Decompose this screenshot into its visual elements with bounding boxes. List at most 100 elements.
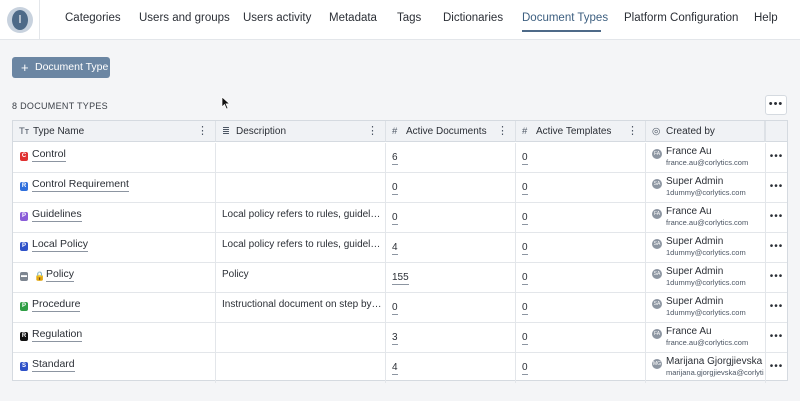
active-documents-link[interactable]: 155 [392, 272, 409, 285]
description-text: Local policy refers to rules, guideline.… [222, 209, 382, 220]
column-header-description[interactable]: ≣ Description ⋮ [216, 121, 386, 142]
table-row[interactable]: P Procedure Instructional document on st… [13, 293, 787, 323]
active-templates-link[interactable]: 0 [522, 272, 528, 285]
table-row[interactable]: ▬ 🔒 Policy Policy 155 0 SA Super Admin 1… [13, 263, 787, 293]
active-documents-cell: 6 [386, 143, 516, 173]
type-name-cell: ▬ 🔒 Policy [13, 263, 216, 293]
document-types-table: Tт Type Name ⋮ ≣ Description ⋮ # Active … [12, 120, 788, 383]
creator-name: France Au [666, 326, 712, 337]
table-row[interactable]: R Regulation 3 0 FA France Au france.au@… [13, 323, 787, 353]
document-type-badge-icon: S [20, 362, 28, 371]
creator-email: 1dummy@corlytics.com [666, 308, 746, 317]
creator-email: france.au@corlytics.com [666, 338, 749, 347]
row-more-options-button[interactable]: ••• [765, 323, 787, 353]
creator-name: Super Admin [666, 266, 724, 277]
active-templates-cell: 0 [516, 353, 646, 383]
creator-name: France Au [666, 146, 712, 157]
avatar: FA [652, 149, 662, 159]
active-templates-link[interactable]: 0 [522, 242, 528, 255]
document-type-badge-icon: R [20, 182, 28, 191]
lock-icon: 🔒 [34, 271, 46, 281]
type-name-link[interactable]: Procedure [32, 298, 81, 312]
column-header-active-templates[interactable]: # Active Templates ⋮ [516, 121, 646, 142]
nav-help[interactable]: Help [754, 12, 778, 24]
hash-icon: # [522, 126, 528, 137]
active-documents-link[interactable]: 0 [392, 302, 398, 315]
active-templates-link[interactable]: 0 [522, 302, 528, 315]
nav-document-types[interactable]: Document Types [522, 12, 608, 24]
column-header-type-name[interactable]: Tт Type Name ⋮ [13, 121, 216, 142]
active-templates-link[interactable]: 0 [522, 362, 528, 375]
type-name-link[interactable]: Standard [32, 358, 75, 372]
top-navigation-bar: I Categories Users and groups Users acti… [0, 0, 800, 40]
nav-tags[interactable]: Tags [397, 12, 421, 24]
type-name-link[interactable]: Regulation [32, 328, 83, 342]
row-more-options-button[interactable]: ••• [765, 143, 787, 173]
plus-icon: + [21, 60, 29, 75]
active-templates-link[interactable]: 0 [522, 212, 528, 225]
active-documents-link[interactable]: 6 [392, 152, 398, 165]
active-documents-link[interactable]: 4 [392, 242, 398, 255]
table-row[interactable]: S Standard 4 0 MG Marijana Gjorgjievska … [13, 353, 787, 383]
table-row[interactable]: C Control 6 0 FA France Au france.au@cor… [13, 143, 787, 173]
document-type-badge-icon: ▬ [20, 272, 28, 281]
row-more-options-button[interactable]: ••• [765, 293, 787, 323]
type-name-link[interactable]: Local Policy [32, 238, 89, 252]
creator-name: Marijana Gjorgjievska [666, 356, 763, 367]
column-menu-icon[interactable]: ⋮ [497, 121, 508, 142]
document-type-badge-icon: P [20, 242, 28, 251]
nav-platform-configuration[interactable]: Platform Configuration [624, 12, 738, 24]
description-text: Instructional document on step by s... [222, 299, 382, 310]
type-name-cell: P Guidelines [13, 203, 216, 233]
active-templates-link[interactable]: 0 [522, 332, 528, 345]
type-name-link[interactable]: Control [32, 148, 66, 162]
row-more-options-button[interactable]: ••• [765, 353, 787, 383]
creator-email: 1dummy@corlytics.com [666, 278, 746, 287]
active-documents-link[interactable]: 0 [392, 182, 398, 195]
type-name-cell: R Control Requirement [13, 173, 216, 203]
row-more-options-button[interactable]: ••• [765, 233, 787, 263]
nav-metadata[interactable]: Metadata [329, 12, 377, 24]
nav-categories[interactable]: Categories [65, 12, 121, 24]
column-header-active-documents[interactable]: # Active Documents ⋮ [386, 121, 516, 142]
table-row[interactable]: P Guidelines Local policy refers to rule… [13, 203, 787, 233]
nav-dictionaries[interactable]: Dictionaries [443, 12, 503, 24]
active-templates-link[interactable]: 0 [522, 152, 528, 165]
active-templates-cell: 0 [516, 143, 646, 173]
document-type-badge-icon: P [20, 212, 28, 221]
column-menu-icon[interactable]: ⋮ [367, 121, 378, 142]
avatar: MG [652, 359, 662, 369]
column-menu-icon[interactable]: ⋮ [197, 121, 208, 142]
type-name-cell: C Control [13, 143, 216, 173]
type-name-link[interactable]: Policy [46, 268, 75, 282]
text-type-icon: Tт [19, 126, 30, 137]
creator-email: 1dummy@corlytics.com [666, 248, 746, 257]
active-documents-link[interactable]: 4 [392, 362, 398, 375]
column-label: Active Templates [536, 126, 612, 137]
list-more-options-button[interactable]: ••• [765, 95, 787, 115]
row-more-options-button[interactable]: ••• [765, 173, 787, 203]
header-actions-cell [765, 121, 787, 142]
document-types-count: 8 DOCUMENT TYPES [12, 101, 108, 111]
app-logo[interactable]: I [7, 7, 33, 33]
active-documents-link[interactable]: 0 [392, 212, 398, 225]
type-name-link[interactable]: Guidelines [32, 208, 82, 222]
row-more-options-button[interactable]: ••• [765, 263, 787, 293]
type-name-link[interactable]: Control Requirement [32, 178, 129, 192]
add-document-type-label: Document Type [35, 61, 109, 73]
created-by-cell: MG Marijana Gjorgjievska marijana.gjorgj… [646, 353, 765, 383]
active-templates-link[interactable]: 0 [522, 182, 528, 195]
creator-name: Super Admin [666, 176, 724, 187]
nav-users-and-groups[interactable]: Users and groups [139, 12, 230, 24]
description-lines-icon: ≣ [222, 126, 230, 137]
column-menu-icon[interactable]: ⋮ [627, 121, 638, 142]
active-documents-link[interactable]: 3 [392, 332, 398, 345]
column-header-created-by[interactable]: ◎ Created by [646, 121, 765, 142]
description-cell: Policy [216, 263, 386, 293]
type-name-cell: S Standard [13, 353, 216, 383]
row-more-options-button[interactable]: ••• [765, 203, 787, 233]
nav-users-activity[interactable]: Users activity [243, 12, 311, 24]
table-row[interactable]: R Control Requirement 0 0 SA Super Admin… [13, 173, 787, 203]
table-row[interactable]: P Local Policy Local policy refers to ru… [13, 233, 787, 263]
add-document-type-button[interactable]: + Document Type [12, 57, 110, 78]
